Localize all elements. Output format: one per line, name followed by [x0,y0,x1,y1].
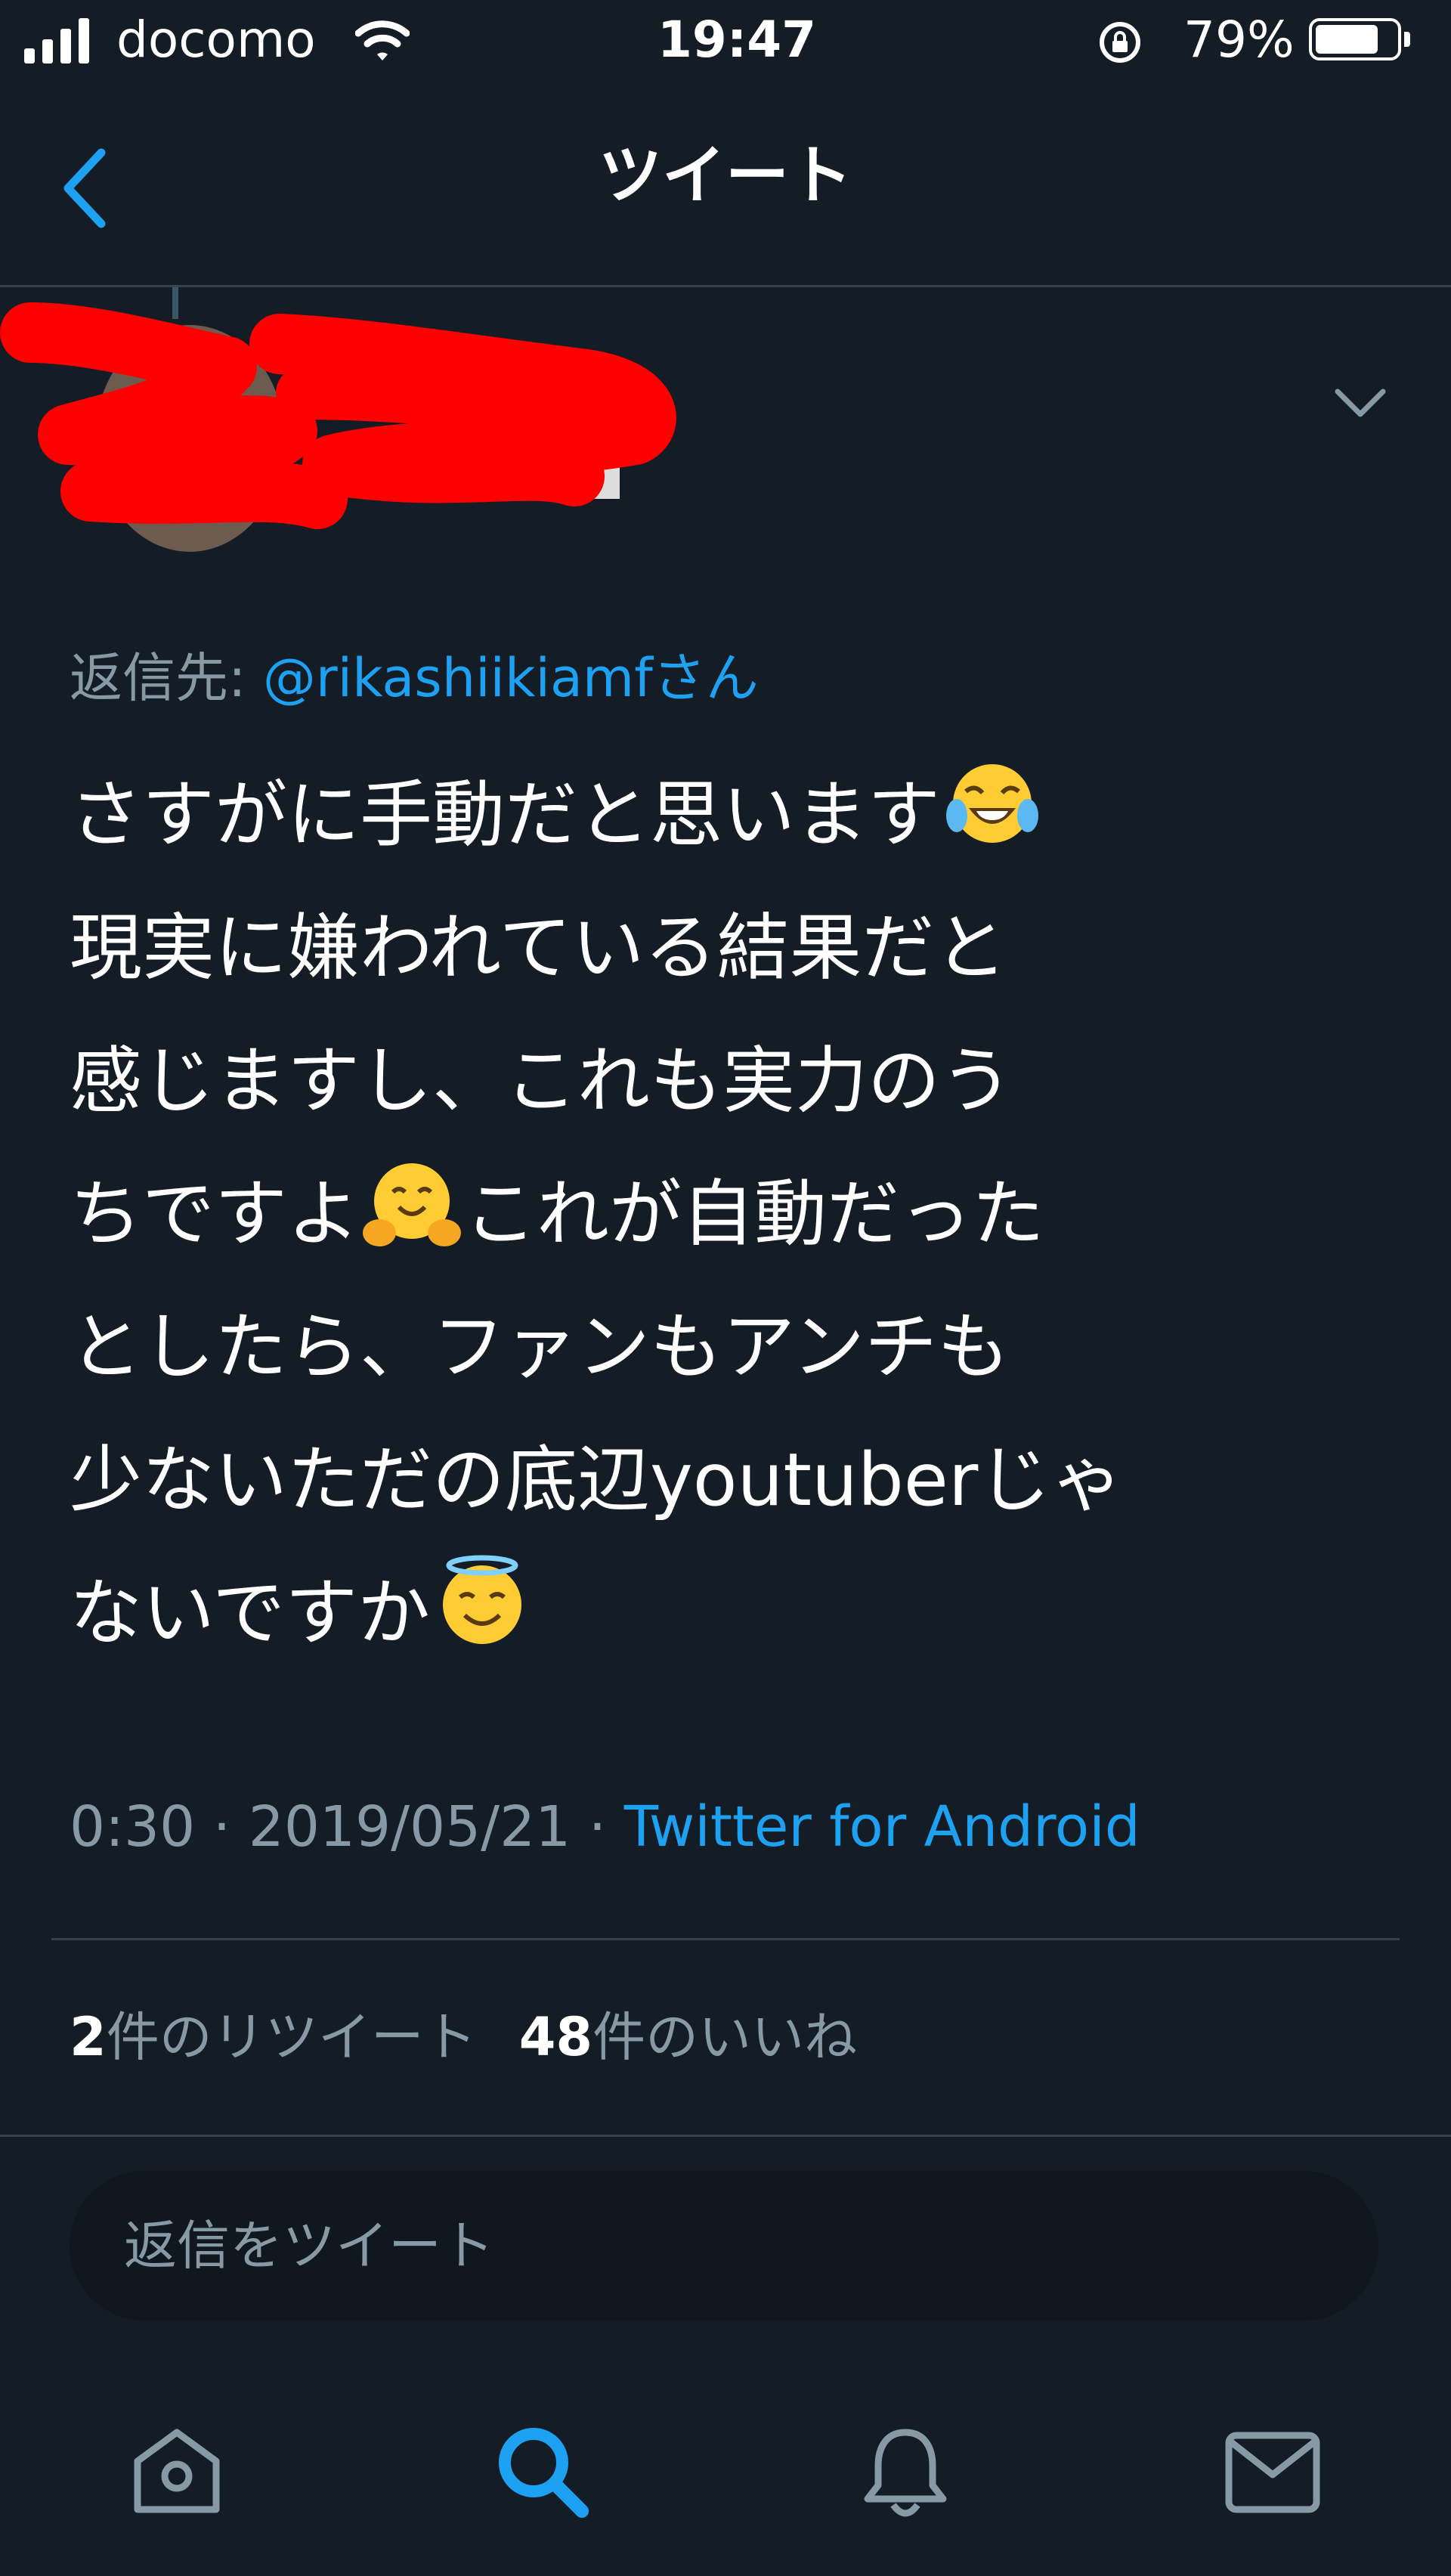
tweet-meta: 0:30 · 2019/05/21 · Twitter for Android [70,1799,1140,1855]
home-icon[interactable] [127,2425,227,2519]
carrier-name: docomo [116,11,316,69]
tweet-text-line: 感じますし、これも実力のう [70,1039,1013,1123]
reply-to-line: 返信先: @rikashiikiamfさん [70,652,759,704]
retweet-count: 2 [70,2006,107,2068]
battery-percent: 79% [1183,11,1295,69]
tweet-text-line: 少ないただの底辺youtuberじゃ [70,1438,1124,1522]
tweet-timestamp: 0:30 · 2019/05/21 · [70,1794,624,1859]
tweet-text-line: さすがに手動だと思います [70,772,940,857]
likes-stat[interactable]: 48件のいいね [519,2006,857,2068]
signal-icon [24,17,103,63]
chevron-down-icon[interactable] [1333,385,1388,420]
retweets-stat[interactable]: 2件のリツイート [70,2006,477,2068]
clock: 19:47 [657,11,817,69]
tweet-source[interactable]: Twitter for Android [624,1794,1140,1859]
page-title: ツイート [598,138,852,212]
reply-to-handle[interactable]: @rikashiikiamfさん [263,647,759,709]
tweet-text-line: 現実に嫌われている結果だと [70,906,1007,990]
messages-icon[interactable] [1224,2431,1321,2516]
tab-bar [0,2389,1451,2576]
tweet-text-line: これが自動だった [464,1172,1044,1256]
smiling-face-with-halo-icon [443,1555,522,1644]
tweet-text-line: としたら、ファンもアンチも [70,1305,1010,1389]
reply-to-label: 返信先: [70,647,263,709]
status-bar: docomo 19:47 79% [0,0,1451,83]
engagement-stats: 2件のリツイート 48件のいいね [70,2011,857,2064]
wifi-icon [355,20,410,60]
face-with-tears-of-joy-icon [946,764,1038,843]
retweet-label: 件のリツイート [106,2006,477,2068]
tweet-text-line: ちですよ [70,1172,360,1256]
redaction-scribble [0,302,676,529]
reply-placeholder: 返信をツイート [124,2215,494,2277]
like-label: 件のいいね [592,2006,858,2068]
battery-icon [1309,18,1412,65]
hugging-face-icon [363,1163,461,1246]
battery-fill [1316,25,1378,54]
notifications-icon[interactable] [859,2422,952,2525]
tweet-text: さすがに手動だと思います 現実に嫌われている結果だと 感じますし、これも実力のう… [70,748,1422,1680]
tweet-text-line: ないですか [70,1571,431,1655]
search-icon[interactable] [493,2422,592,2522]
header-divider [0,285,1451,287]
stats-divider [0,2135,1451,2137]
orientation-lock-icon [1100,22,1143,63]
like-count: 48 [518,2006,593,2068]
meta-divider [51,1938,1400,1940]
reply-input[interactable]: 返信をツイート [70,2171,1378,2321]
